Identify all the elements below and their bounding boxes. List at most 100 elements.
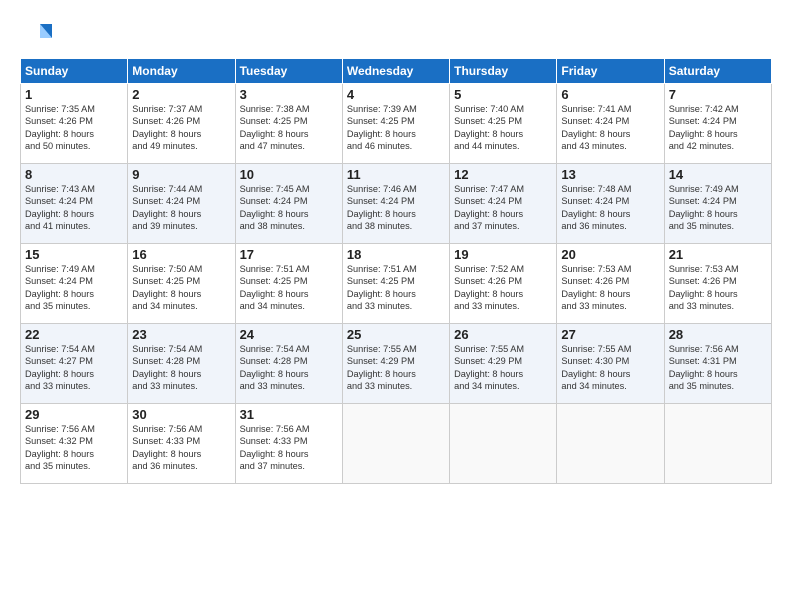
cell-line: and 46 minutes. xyxy=(347,140,445,152)
cell-line: and 43 minutes. xyxy=(561,140,659,152)
cell-line: Sunrise: 7:42 AM xyxy=(669,103,767,115)
cell-line: and 34 minutes. xyxy=(454,380,552,392)
cell-line: and 44 minutes. xyxy=(454,140,552,152)
cell-details: Sunrise: 7:43 AMSunset: 4:24 PMDaylight:… xyxy=(25,183,123,233)
day-number: 27 xyxy=(561,327,659,342)
cell-line: Daylight: 8 hours xyxy=(454,288,552,300)
day-number: 26 xyxy=(454,327,552,342)
cell-details: Sunrise: 7:53 AMSunset: 4:26 PMDaylight:… xyxy=(561,263,659,313)
day-number: 1 xyxy=(25,87,123,102)
day-cell: 19Sunrise: 7:52 AMSunset: 4:26 PMDayligh… xyxy=(450,244,557,324)
cell-line: Daylight: 8 hours xyxy=(240,368,338,380)
cell-line: Daylight: 8 hours xyxy=(561,368,659,380)
cell-line: Sunset: 4:26 PM xyxy=(454,275,552,287)
day-cell: 3Sunrise: 7:38 AMSunset: 4:25 PMDaylight… xyxy=(235,84,342,164)
day-number: 22 xyxy=(25,327,123,342)
cell-line: Sunrise: 7:51 AM xyxy=(347,263,445,275)
cell-line: Daylight: 8 hours xyxy=(132,368,230,380)
logo xyxy=(20,18,54,50)
day-cell: 6Sunrise: 7:41 AMSunset: 4:24 PMDaylight… xyxy=(557,84,664,164)
day-cell: 22Sunrise: 7:54 AMSunset: 4:27 PMDayligh… xyxy=(21,324,128,404)
cell-line: Sunset: 4:24 PM xyxy=(561,115,659,127)
cell-details: Sunrise: 7:51 AMSunset: 4:25 PMDaylight:… xyxy=(347,263,445,313)
cell-details: Sunrise: 7:47 AMSunset: 4:24 PMDaylight:… xyxy=(454,183,552,233)
cell-details: Sunrise: 7:38 AMSunset: 4:25 PMDaylight:… xyxy=(240,103,338,153)
day-number: 21 xyxy=(669,247,767,262)
cell-line: Sunset: 4:24 PM xyxy=(454,195,552,207)
cell-line: Sunrise: 7:49 AM xyxy=(669,183,767,195)
cell-line: and 33 minutes. xyxy=(347,300,445,312)
cell-line: Daylight: 8 hours xyxy=(25,128,123,140)
cell-line: Sunrise: 7:38 AM xyxy=(240,103,338,115)
cell-line: Sunrise: 7:47 AM xyxy=(454,183,552,195)
header xyxy=(20,18,772,50)
cell-details: Sunrise: 7:46 AMSunset: 4:24 PMDaylight:… xyxy=(347,183,445,233)
cell-line: Sunrise: 7:56 AM xyxy=(25,423,123,435)
calendar-body: 1Sunrise: 7:35 AMSunset: 4:26 PMDaylight… xyxy=(21,84,772,484)
day-cell: 28Sunrise: 7:56 AMSunset: 4:31 PMDayligh… xyxy=(664,324,771,404)
cell-line: Daylight: 8 hours xyxy=(132,448,230,460)
weekday-header-thursday: Thursday xyxy=(450,59,557,84)
week-row-3: 15Sunrise: 7:49 AMSunset: 4:24 PMDayligh… xyxy=(21,244,772,324)
cell-line: Sunset: 4:26 PM xyxy=(25,115,123,127)
day-cell: 13Sunrise: 7:48 AMSunset: 4:24 PMDayligh… xyxy=(557,164,664,244)
cell-details: Sunrise: 7:56 AMSunset: 4:33 PMDaylight:… xyxy=(240,423,338,473)
day-cell: 14Sunrise: 7:49 AMSunset: 4:24 PMDayligh… xyxy=(664,164,771,244)
weekday-header-friday: Friday xyxy=(557,59,664,84)
day-number: 30 xyxy=(132,407,230,422)
day-number: 10 xyxy=(240,167,338,182)
day-number: 11 xyxy=(347,167,445,182)
calendar-page: SundayMondayTuesdayWednesdayThursdayFrid… xyxy=(0,0,792,612)
cell-line: and 33 minutes. xyxy=(25,380,123,392)
cell-line: and 33 minutes. xyxy=(240,380,338,392)
cell-line: Sunset: 4:32 PM xyxy=(25,435,123,447)
cell-details: Sunrise: 7:42 AMSunset: 4:24 PMDaylight:… xyxy=(669,103,767,153)
cell-line: and 33 minutes. xyxy=(454,300,552,312)
cell-line: and 47 minutes. xyxy=(240,140,338,152)
weekday-header-tuesday: Tuesday xyxy=(235,59,342,84)
calendar-table: SundayMondayTuesdayWednesdayThursdayFrid… xyxy=(20,58,772,484)
day-number: 28 xyxy=(669,327,767,342)
cell-details: Sunrise: 7:56 AMSunset: 4:32 PMDaylight:… xyxy=(25,423,123,473)
cell-line: Sunrise: 7:54 AM xyxy=(25,343,123,355)
day-cell xyxy=(557,404,664,484)
weekday-header-sunday: Sunday xyxy=(21,59,128,84)
cell-line: Sunset: 4:30 PM xyxy=(561,355,659,367)
day-cell xyxy=(450,404,557,484)
cell-line: and 37 minutes. xyxy=(454,220,552,232)
cell-line: Sunset: 4:24 PM xyxy=(132,195,230,207)
cell-line: Sunset: 4:24 PM xyxy=(561,195,659,207)
cell-line: and 33 minutes. xyxy=(347,380,445,392)
cell-details: Sunrise: 7:56 AMSunset: 4:31 PMDaylight:… xyxy=(669,343,767,393)
cell-line: Sunset: 4:31 PM xyxy=(669,355,767,367)
cell-details: Sunrise: 7:54 AMSunset: 4:27 PMDaylight:… xyxy=(25,343,123,393)
day-cell: 30Sunrise: 7:56 AMSunset: 4:33 PMDayligh… xyxy=(128,404,235,484)
day-cell: 12Sunrise: 7:47 AMSunset: 4:24 PMDayligh… xyxy=(450,164,557,244)
week-row-1: 1Sunrise: 7:35 AMSunset: 4:26 PMDaylight… xyxy=(21,84,772,164)
cell-details: Sunrise: 7:53 AMSunset: 4:26 PMDaylight:… xyxy=(669,263,767,313)
cell-line: Sunset: 4:26 PM xyxy=(561,275,659,287)
cell-line: and 35 minutes. xyxy=(669,220,767,232)
cell-line: Sunset: 4:33 PM xyxy=(240,435,338,447)
weekday-header-wednesday: Wednesday xyxy=(342,59,449,84)
cell-line: Sunset: 4:27 PM xyxy=(25,355,123,367)
cell-line: and 33 minutes. xyxy=(132,380,230,392)
day-cell: 11Sunrise: 7:46 AMSunset: 4:24 PMDayligh… xyxy=(342,164,449,244)
weekday-header-monday: Monday xyxy=(128,59,235,84)
cell-line: Sunrise: 7:44 AM xyxy=(132,183,230,195)
cell-line: Sunrise: 7:40 AM xyxy=(454,103,552,115)
cell-details: Sunrise: 7:55 AMSunset: 4:30 PMDaylight:… xyxy=(561,343,659,393)
cell-line: Daylight: 8 hours xyxy=(561,208,659,220)
cell-line: Sunrise: 7:53 AM xyxy=(561,263,659,275)
cell-line: Sunset: 4:24 PM xyxy=(240,195,338,207)
cell-line: Sunset: 4:29 PM xyxy=(454,355,552,367)
cell-line: Daylight: 8 hours xyxy=(240,208,338,220)
cell-line: Sunrise: 7:51 AM xyxy=(240,263,338,275)
cell-line: Sunset: 4:29 PM xyxy=(347,355,445,367)
day-number: 15 xyxy=(25,247,123,262)
cell-line: Daylight: 8 hours xyxy=(25,368,123,380)
day-number: 7 xyxy=(669,87,767,102)
cell-line: Sunrise: 7:46 AM xyxy=(347,183,445,195)
cell-line: Sunrise: 7:55 AM xyxy=(347,343,445,355)
day-cell: 16Sunrise: 7:50 AMSunset: 4:25 PMDayligh… xyxy=(128,244,235,324)
